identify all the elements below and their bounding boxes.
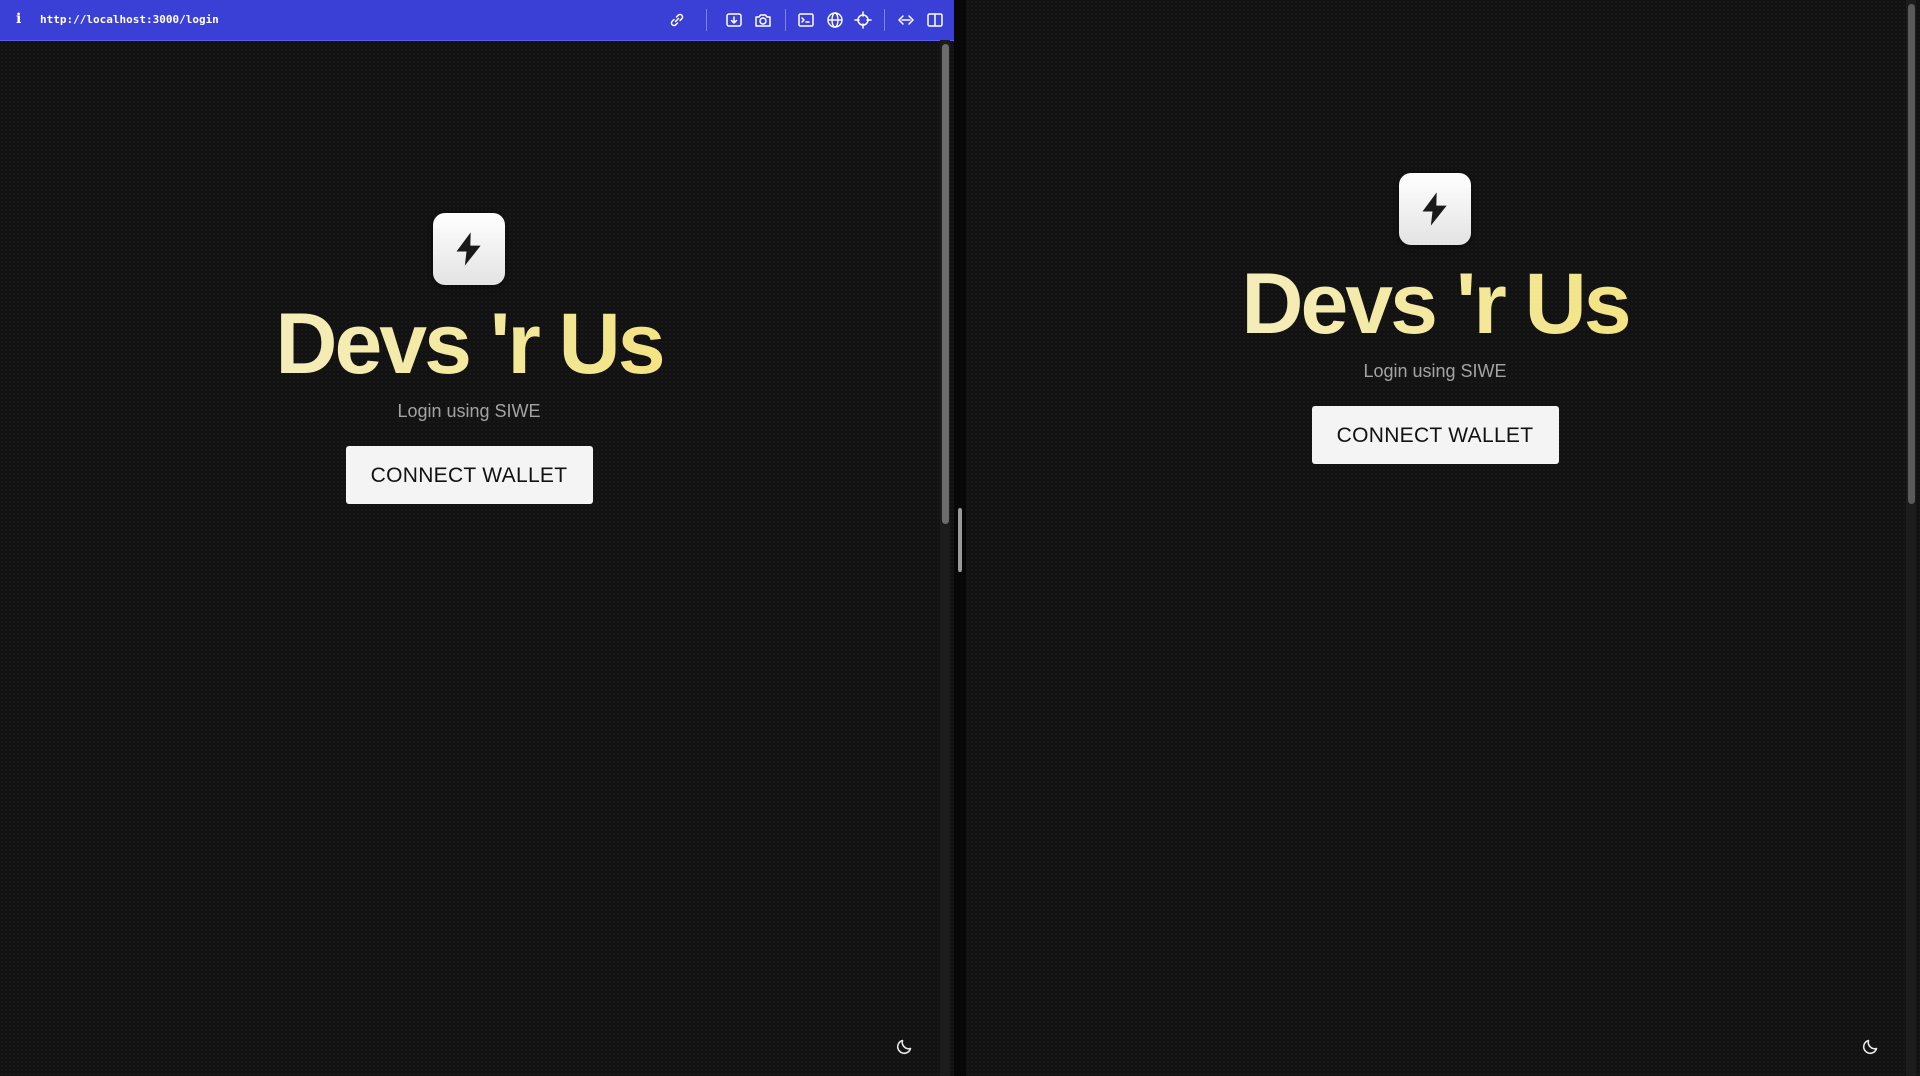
globe-icon[interactable] <box>825 10 845 30</box>
crosshair-icon[interactable] <box>853 10 873 30</box>
toolbar-separator <box>785 9 786 31</box>
terminal-icon[interactable] <box>796 10 816 30</box>
link-icon[interactable] <box>667 10 687 30</box>
download-icon[interactable] <box>724 10 744 30</box>
lightning-bolt-icon <box>1422 192 1447 226</box>
right-browser-pane <box>966 0 1920 1076</box>
lightning-bolt-icon <box>456 232 481 266</box>
moon-icon[interactable] <box>1861 1036 1881 1056</box>
code-arrows-icon[interactable] <box>896 10 916 30</box>
page-title: Devs 'r Us <box>1185 261 1685 347</box>
info-icon[interactable]: i <box>16 11 21 27</box>
left-browser-pane <box>0 0 954 1076</box>
app-logo <box>433 213 505 285</box>
right-scrollbar-thumb[interactable] <box>1908 4 1915 504</box>
app-logo <box>1399 173 1471 245</box>
login-subtitle: Login using SIWE <box>397 401 541 421</box>
toolbar-separator <box>884 9 885 31</box>
toolbar-separator <box>706 9 707 31</box>
camera-icon[interactable] <box>753 10 773 30</box>
login-subtitle: Login using SIWE <box>1363 361 1507 381</box>
connect-wallet-button[interactable]: CONNECT WALLET <box>345 446 593 504</box>
left-scrollbar-thumb[interactable] <box>942 44 949 524</box>
split-view-icon[interactable] <box>925 10 945 30</box>
login-hero: Devs 'r Us Login using SIWE CONNECT WALL… <box>1185 173 1685 464</box>
split-divider-handle[interactable] <box>958 508 962 572</box>
moon-icon[interactable] <box>895 1036 915 1056</box>
connect-wallet-button[interactable]: CONNECT WALLET <box>1311 406 1559 464</box>
page-title: Devs 'r Us <box>219 301 719 387</box>
browser-toolbar: i http://localhost:3000/login <box>0 0 954 41</box>
address-bar-url[interactable]: http://localhost:3000/login <box>40 13 219 26</box>
login-hero: Devs 'r Us Login using SIWE CONNECT WALL… <box>219 213 719 504</box>
